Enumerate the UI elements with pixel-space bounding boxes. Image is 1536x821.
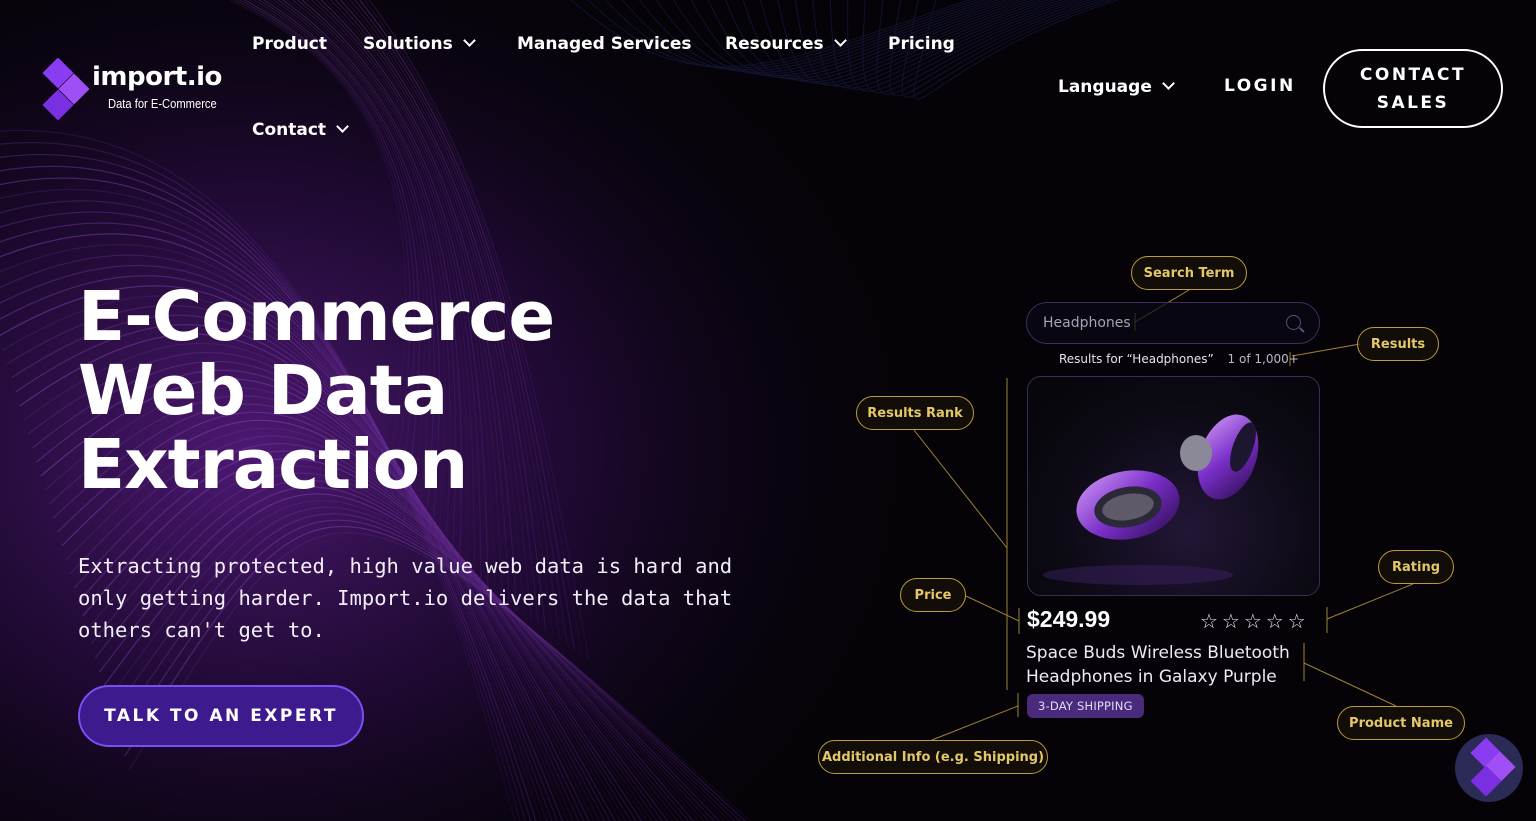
tag-product-name: Product Name: [1337, 706, 1465, 740]
tag-price: Price: [900, 578, 966, 612]
product-price: $249.99: [1027, 606, 1111, 632]
tag-rating: Rating: [1378, 550, 1454, 584]
chat-launcher-button[interactable]: [1455, 734, 1523, 802]
search-icon: [1286, 315, 1301, 330]
results-count: 1 of 1,000+: [1227, 352, 1299, 366]
demo-search-input: Headphones: [1026, 302, 1320, 344]
results-text: Results for “Headphones”: [1059, 352, 1214, 366]
chat-launcher-icon: [1470, 737, 1516, 797]
product-name: Space Buds Wireless Bluetooth Headphones…: [1026, 643, 1290, 687]
shipping-badge: 3-DAY SHIPPING: [1027, 694, 1144, 718]
tag-results-rank: Results Rank: [856, 396, 974, 430]
tag-results: Results: [1357, 327, 1439, 361]
star-rating-icon: ☆☆☆☆☆: [1200, 611, 1310, 633]
earbuds-image: [1043, 414, 1259, 585]
search-placeholder: Headphones: [1043, 315, 1131, 331]
results-summary: Results for “Headphones” 1 of 1,000+: [1059, 352, 1299, 366]
tag-additional-info: Additional Info (e.g. Shipping): [818, 740, 1048, 774]
tag-search-term: Search Term: [1131, 256, 1247, 290]
product-image-card: [1027, 376, 1320, 596]
